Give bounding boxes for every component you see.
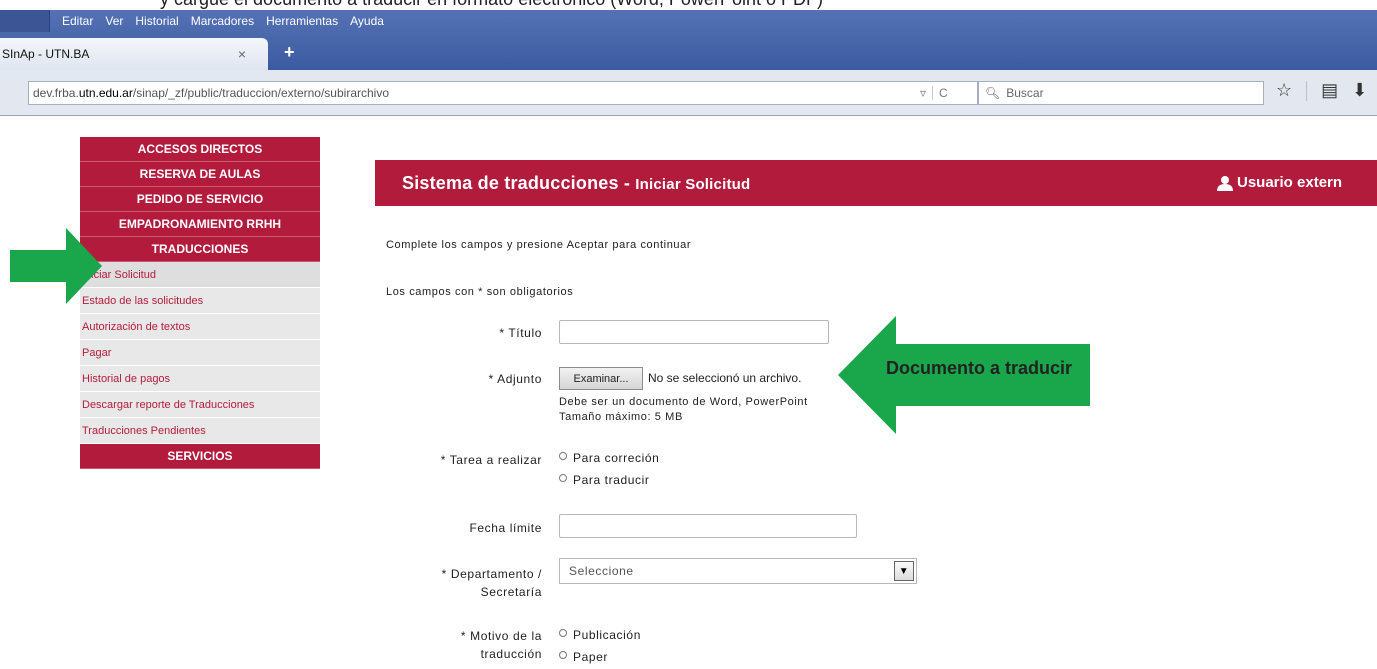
file-hint-type: Debe ser un documento de Word, PowerPoin…	[559, 396, 808, 408]
url-host: utn.edu.ar	[78, 86, 133, 100]
form-intro: Complete los campos y presione Aceptar p…	[386, 239, 692, 251]
fecha-input[interactable]	[559, 514, 857, 538]
radio-publicacion[interactable]: Publicación	[559, 628, 641, 642]
sidebar-subitem-autorizacion-textos[interactable]: Autorización de textos	[80, 314, 320, 340]
titulo-label: * Título	[499, 326, 542, 340]
sidebar-item-accesos-directos[interactable]: ACCESOS DIRECTOS	[80, 137, 320, 162]
search-icon: 🔍︎	[985, 86, 1001, 100]
radio-button-icon[interactable]	[559, 474, 567, 482]
radio-paper[interactable]: Paper	[559, 650, 608, 664]
browser-tab[interactable]: SInAp - UTN.BA ×	[0, 38, 268, 70]
sidebar-item-pedido-de-servicio[interactable]: PEDIDO DE SERVICIO	[80, 187, 320, 212]
radio-label: Publicación	[573, 628, 641, 642]
browse-file-button[interactable]: Examinar...	[559, 367, 643, 390]
departamento-label-line1: * Departamento /	[441, 567, 542, 581]
file-hint-size: Tamaño máximo: 5 MB	[559, 411, 683, 423]
menu-ayuda[interactable]: Ayuda	[350, 14, 384, 28]
url-path: /sinap/_zf/public/traduccion/externo/sub…	[132, 86, 389, 100]
new-tab-button[interactable]: +	[284, 42, 295, 63]
radio-button-icon[interactable]	[559, 651, 567, 659]
page-title-main: Sistema de traducciones -	[402, 172, 636, 193]
chevron-down-icon[interactable]: ▼	[894, 561, 914, 581]
sidebar-subitem-iniciar-solicitud[interactable]: Iniciar Solicitud	[80, 262, 320, 288]
menu-historial[interactable]: Historial	[135, 14, 178, 28]
download-icon[interactable]: ⬇	[1352, 80, 1367, 101]
radio-label: Paper	[573, 650, 609, 664]
sidebar-item-traducciones[interactable]: TRADUCCIONES	[80, 237, 320, 262]
tab-close-icon[interactable]: ×	[238, 46, 246, 62]
panel-header: Sistema de traducciones - Iniciar Solici…	[375, 160, 1377, 206]
bookmarks-menu-icon[interactable]: ▤	[1321, 80, 1338, 101]
toolbar-separator	[1306, 80, 1308, 101]
menu-edge	[0, 10, 50, 32]
page-title: Sistema de traducciones - Iniciar Solici…	[375, 173, 750, 194]
departamento-label-line2: Secretaría	[480, 585, 542, 599]
radio-label: Para correción	[573, 451, 660, 465]
file-hint: Debe ser un documento de Word, PowerPoin…	[559, 395, 808, 425]
menu-herramientas[interactable]: Herramientas	[266, 14, 338, 28]
sidebar-subitem-descargar-reporte[interactable]: Descargar reporte de Traducciones	[80, 392, 320, 418]
user-icon	[1217, 175, 1233, 191]
motivo-label-line1: * Motivo de la	[460, 629, 542, 643]
radio-para-correcion[interactable]: Para correción	[559, 451, 659, 465]
departamento-select[interactable]: Seleccione ▼	[559, 558, 917, 584]
tarea-label: * Tarea a realizar	[440, 453, 542, 467]
sidebar-item-reserva-de-aulas[interactable]: RESERVA DE AULAS	[80, 162, 320, 187]
url-prefix: dev.frba.	[33, 86, 79, 100]
annotation-arrow-right-icon	[10, 228, 102, 304]
sidebar-item-empadronamiento-rrhh[interactable]: EMPADRONAMIENTO RRHH	[80, 212, 320, 237]
tab-title: SInAp - UTN.BA	[2, 47, 90, 61]
user-name: Usuario extern	[1237, 174, 1343, 191]
toolbar-icons: ☆ ▤ ⬇	[1276, 80, 1367, 101]
search-input[interactable]: 🔍︎ Buscar	[978, 81, 1264, 105]
annotation-label: Documento a traducir	[886, 358, 1073, 378]
reload-icon[interactable]: C	[932, 86, 948, 100]
url-tools: ▿ C	[920, 81, 948, 105]
sidebar-subitem-estado-solicitudes[interactable]: Estado de las solicitudes	[80, 288, 320, 314]
dropdown-arrow-icon[interactable]: ▿	[920, 86, 926, 100]
radio-label: Para traducir	[573, 473, 650, 487]
departamento-label: * Departamento / Secretaría	[400, 566, 542, 600]
sidebar-subitem-traducciones-pendientes[interactable]: Traducciones Pendientes	[80, 418, 320, 444]
departamento-selected: Seleccione	[569, 564, 634, 578]
adjunto-label: * Adjunto	[488, 372, 542, 386]
sidebar-subitem-pagar[interactable]: Pagar	[80, 340, 320, 366]
menu-editar[interactable]: Editar	[62, 14, 93, 28]
motivo-label: * Motivo de la traducción	[400, 628, 542, 662]
sidebar-subitem-historial-pagos[interactable]: Historial de pagos	[80, 366, 320, 392]
menu-bar: Editar Ver Historial Marcadores Herramie…	[0, 10, 384, 32]
fecha-label: Fecha límite	[469, 521, 542, 535]
titulo-input[interactable]	[559, 320, 829, 344]
address-bar[interactable]: dev.frba. utn.edu.ar/sinap/_zf/public/tra…	[28, 81, 978, 105]
menu-ver[interactable]: Ver	[105, 14, 123, 28]
sidebar-item-servicios[interactable]: SERVICIOS	[80, 444, 320, 469]
required-note: Los campos con * son obligatorios	[386, 286, 574, 298]
radio-para-traducir[interactable]: Para traducir	[559, 473, 650, 487]
motivo-label-line2: traducción	[480, 647, 542, 661]
document-caption: y cargue el documento a traducir en form…	[160, 0, 823, 10]
user-menu[interactable]: Usuario extern	[1217, 174, 1342, 191]
sidebar: ACCESOS DIRECTOS RESERVA DE AULAS PEDIDO…	[80, 137, 320, 469]
radio-button-icon[interactable]	[559, 629, 567, 637]
bookmark-star-icon[interactable]: ☆	[1276, 80, 1292, 101]
no-file-text: No se seleccionó un archivo.	[648, 371, 802, 385]
search-placeholder: Buscar	[1006, 86, 1044, 100]
menu-marcadores[interactable]: Marcadores	[191, 14, 254, 28]
radio-button-icon[interactable]	[559, 452, 567, 460]
page-title-sub: Iniciar Solicitud	[635, 175, 751, 193]
